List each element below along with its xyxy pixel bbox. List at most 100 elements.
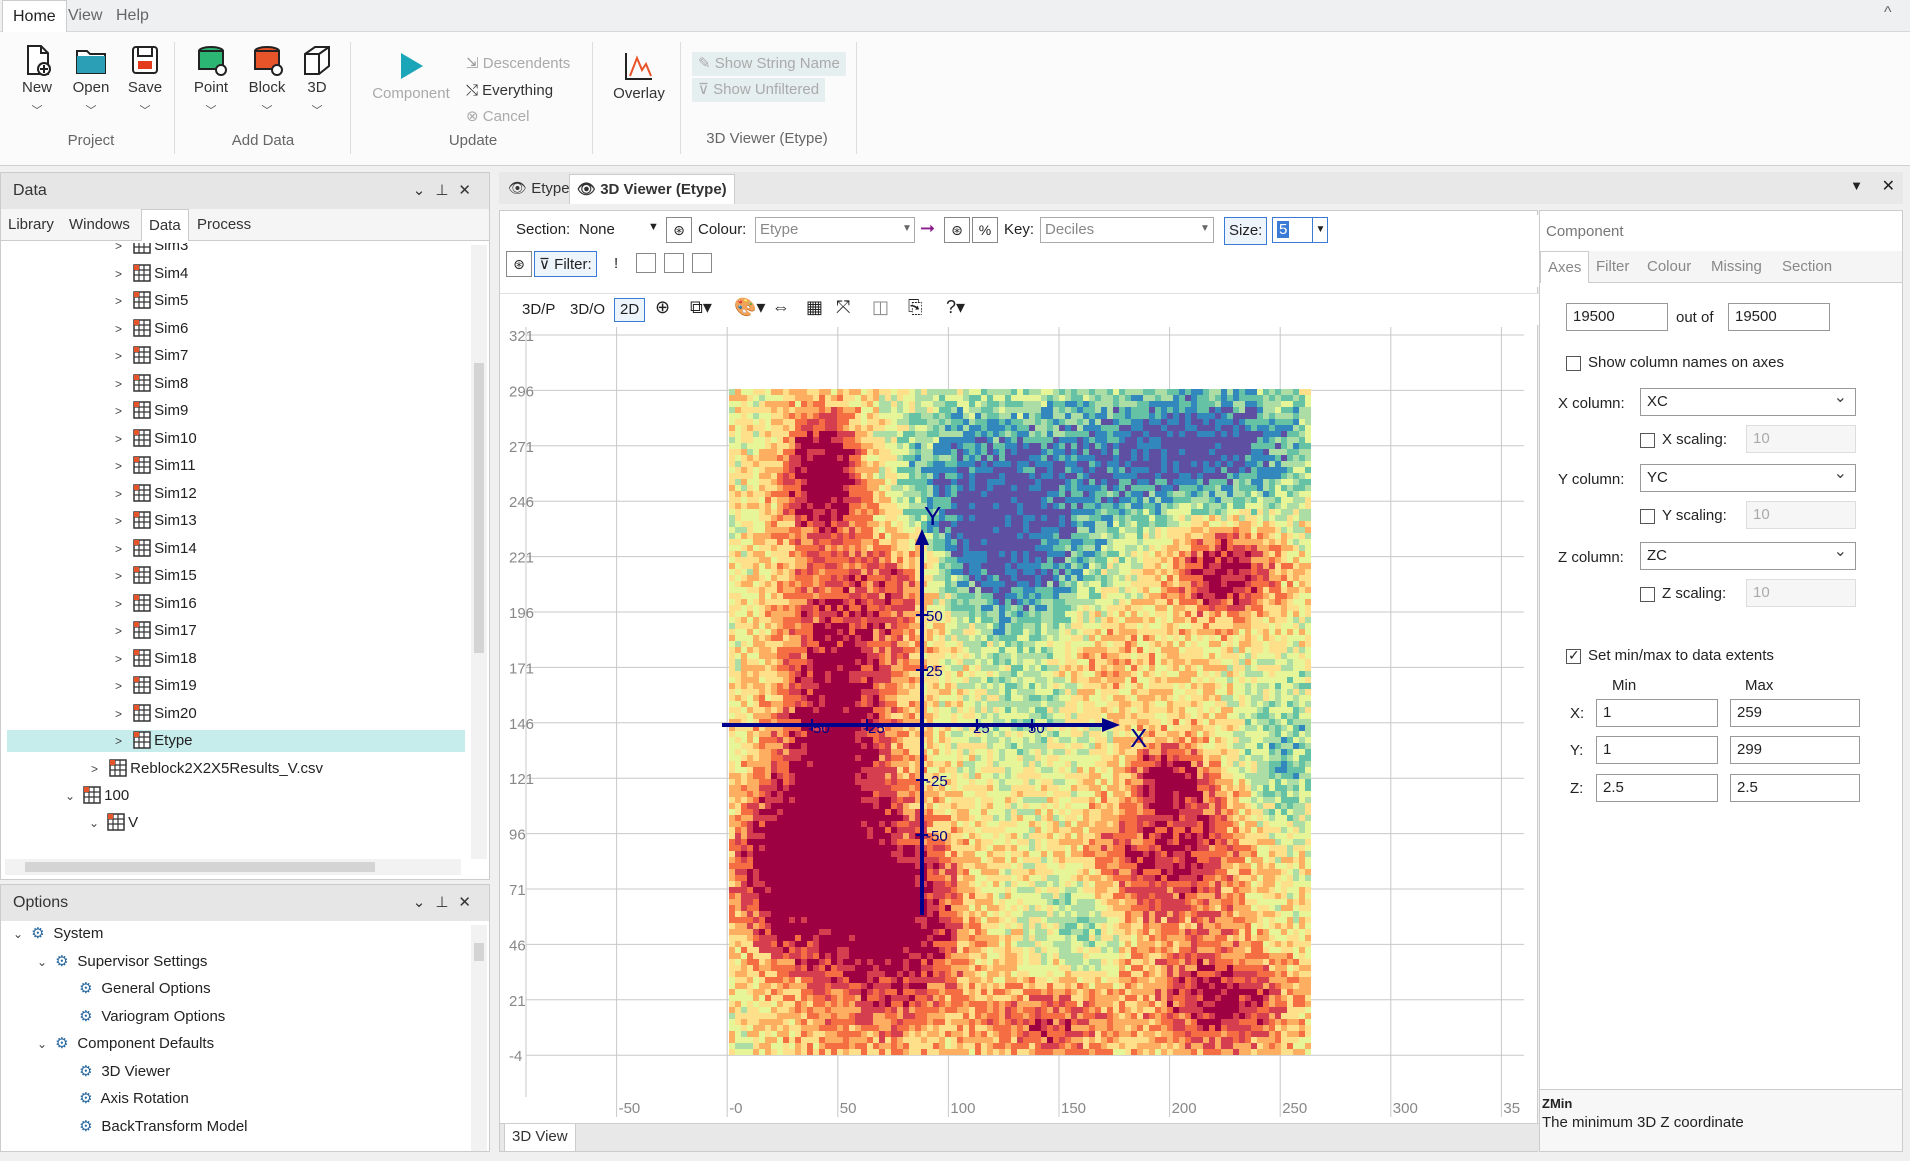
move-icon[interactable]: ⊕ xyxy=(655,297,670,318)
tab-etype[interactable]: 👁 Etype xyxy=(501,174,577,204)
chevron-down-icon[interactable]: ⌄ xyxy=(13,923,27,945)
tree-item[interactable]: > Sim15 xyxy=(1,565,197,587)
steering-wheel-icon[interactable]: ⊛ xyxy=(666,217,692,243)
tree-item[interactable]: > Sim14 xyxy=(1,538,197,560)
chevron-right-icon[interactable]: > xyxy=(115,318,129,340)
chevron-down-icon[interactable]: ⌄ xyxy=(413,894,436,911)
tree-item[interactable]: > Sim5 xyxy=(1,290,188,312)
tree-item[interactable]: > Sim10 xyxy=(1,428,197,450)
collapse-ribbon-icon[interactable]: ^ xyxy=(1874,0,1902,29)
options-tree-item[interactable]: ⌄ ⚙ Supervisor Settings xyxy=(37,951,207,973)
key-select[interactable]: Deciles xyxy=(1040,217,1214,243)
options-tree-item[interactable]: ⚙ 3D Viewer xyxy=(61,1061,170,1083)
close-icon[interactable]: ✕ xyxy=(458,182,481,199)
cancel-button[interactable]: ⊗ Cancel xyxy=(466,105,529,129)
show-unfiltered-toggle[interactable]: ⊽ Show Unfiltered xyxy=(692,78,826,102)
steering-wheel-icon[interactable]: ⊛ xyxy=(944,217,970,243)
chevron-right-icon[interactable]: > xyxy=(115,510,129,532)
chevron-right-icon[interactable]: > xyxy=(115,243,129,257)
menu-view[interactable]: View xyxy=(58,0,112,32)
chevron-right-icon[interactable]: > xyxy=(115,538,129,560)
options-tree-item[interactable]: ⚙ Axis Rotation xyxy=(61,1088,189,1110)
tree-item[interactable]: > Sim11 xyxy=(1,455,196,477)
tree-toggle-icon[interactable]: ⌄ xyxy=(89,812,103,834)
tree-item[interactable]: > Sim12 xyxy=(1,483,197,505)
tree-toggle-icon[interactable]: ⌄ xyxy=(65,785,79,807)
options-tree-item[interactable]: ⌄ ⚙ System xyxy=(13,923,103,945)
chevron-right-icon[interactable]: > xyxy=(115,400,129,422)
menu-help[interactable]: Help xyxy=(106,0,159,32)
horizontal-scrollbar[interactable] xyxy=(5,859,461,875)
overlay-button[interactable]: Overlay xyxy=(612,50,666,102)
chevron-right-icon[interactable]: > xyxy=(115,703,129,725)
tab-library[interactable]: Library xyxy=(1,209,61,241)
grid-icon[interactable]: ▦ xyxy=(806,297,823,318)
tree-item[interactable]: > Sim9 xyxy=(1,400,188,422)
options-tree-item[interactable]: ⚙ Variogram Options xyxy=(61,1006,225,1028)
square-toggle-3[interactable] xyxy=(692,253,712,273)
scrollbar-thumb[interactable] xyxy=(474,363,484,653)
tree-item[interactable]: > Sim4 xyxy=(1,263,188,285)
everything-button[interactable]: ⤭ Everything xyxy=(466,79,553,103)
axes-icon[interactable]: ⤧ xyxy=(836,297,850,318)
options-scrollbar[interactable] xyxy=(471,925,487,1151)
save-button[interactable]: Save ﹀ xyxy=(124,44,166,118)
tab-data[interactable]: Data xyxy=(141,209,189,241)
tree-item[interactable]: ⌄ V xyxy=(89,812,138,834)
close-icon[interactable]: ✕ xyxy=(458,894,481,911)
tree-item[interactable]: > Reblock2X2X5Results_V.csv xyxy=(91,758,323,780)
3d-button[interactable]: 3D ﹀ xyxy=(298,44,336,118)
chevron-right-icon[interactable]: > xyxy=(115,428,129,450)
chevron-down-icon[interactable]: ⌄ xyxy=(413,182,436,199)
close-icon[interactable]: ✕ xyxy=(1882,176,1895,196)
chevron-right-icon[interactable]: > xyxy=(115,290,129,312)
percent-button[interactable]: % xyxy=(972,217,998,243)
box-view-icon[interactable]: ⧉▾ xyxy=(690,297,712,318)
stretch-icon[interactable]: ⇔ xyxy=(772,297,790,318)
options-tree-item[interactable]: ⚙ General Options xyxy=(61,978,210,1000)
options-tree-item[interactable]: ⚙ BackTransform Model xyxy=(61,1116,247,1138)
chevron-right-icon[interactable]: > xyxy=(115,373,129,395)
plot-area[interactable]: 32129627124622119617114612196714621-4-50… xyxy=(504,327,1534,1125)
scrollbar-thumb[interactable] xyxy=(25,862,375,872)
chevron-down-icon[interactable]: ▼ xyxy=(1312,217,1328,243)
filter-not-button[interactable]: ! xyxy=(614,251,618,277)
tree-item[interactable]: > Sim16 xyxy=(1,593,197,615)
palette-icon[interactable]: 🎨▾ xyxy=(734,297,765,318)
component-button[interactable]: Component xyxy=(368,50,454,102)
tree-item[interactable]: > Sim20 xyxy=(1,703,197,725)
view-2d-button[interactable]: 2D xyxy=(614,298,646,322)
pin-icon[interactable]: ⊥ xyxy=(435,894,458,911)
screenshot-icon[interactable]: ⎘ xyxy=(908,297,922,318)
tree-item[interactable]: > Sim6 xyxy=(1,318,188,340)
chevron-right-icon[interactable]: > xyxy=(115,730,129,752)
tab-windows[interactable]: Windows xyxy=(62,209,137,241)
square-toggle-1[interactable] xyxy=(636,253,656,273)
tree-item[interactable]: > Sim7 xyxy=(1,345,188,367)
tree-toggle-icon[interactable]: > xyxy=(91,758,105,780)
tree-item[interactable]: > Etype xyxy=(7,730,465,752)
tree-item[interactable]: > Sim18 xyxy=(1,648,197,670)
chevron-right-icon[interactable]: > xyxy=(115,593,129,615)
chevron-down-icon[interactable]: ⌄ xyxy=(37,951,51,973)
options-tree-item[interactable]: ⌄ ⚙ Component Defaults xyxy=(37,1033,214,1055)
chevron-right-icon[interactable]: > xyxy=(115,675,129,697)
colour-select[interactable]: Etype xyxy=(755,217,915,243)
tree-item[interactable]: > Sim17 xyxy=(1,620,197,642)
point-button[interactable]: Point ﹀ xyxy=(190,44,232,118)
help-icon[interactable]: ?▾ xyxy=(946,297,965,318)
new-button[interactable]: New ﹀ xyxy=(16,44,58,118)
tree-item[interactable]: > Sim19 xyxy=(1,675,197,697)
tree-item[interactable]: > Sim3 xyxy=(1,243,188,257)
show-string-name-toggle[interactable]: ✎ Show String Name xyxy=(692,52,846,76)
filter-button[interactable]: ⊽ Filter: xyxy=(534,251,597,277)
section-select[interactable]: None xyxy=(574,217,658,243)
chevron-right-icon[interactable]: > xyxy=(115,263,129,285)
tree-item[interactable]: > Sim8 xyxy=(1,373,188,395)
view-3dp-button[interactable]: 3D/P xyxy=(522,297,555,323)
chevron-down-icon[interactable]: ⌄ xyxy=(37,1033,51,1055)
chevron-right-icon[interactable]: > xyxy=(115,345,129,367)
tree-item[interactable]: > Sim13 xyxy=(1,510,197,532)
steering-wheel-icon[interactable]: ⊛ xyxy=(506,251,532,277)
tree-item[interactable]: ⌄ 100 xyxy=(65,785,129,807)
